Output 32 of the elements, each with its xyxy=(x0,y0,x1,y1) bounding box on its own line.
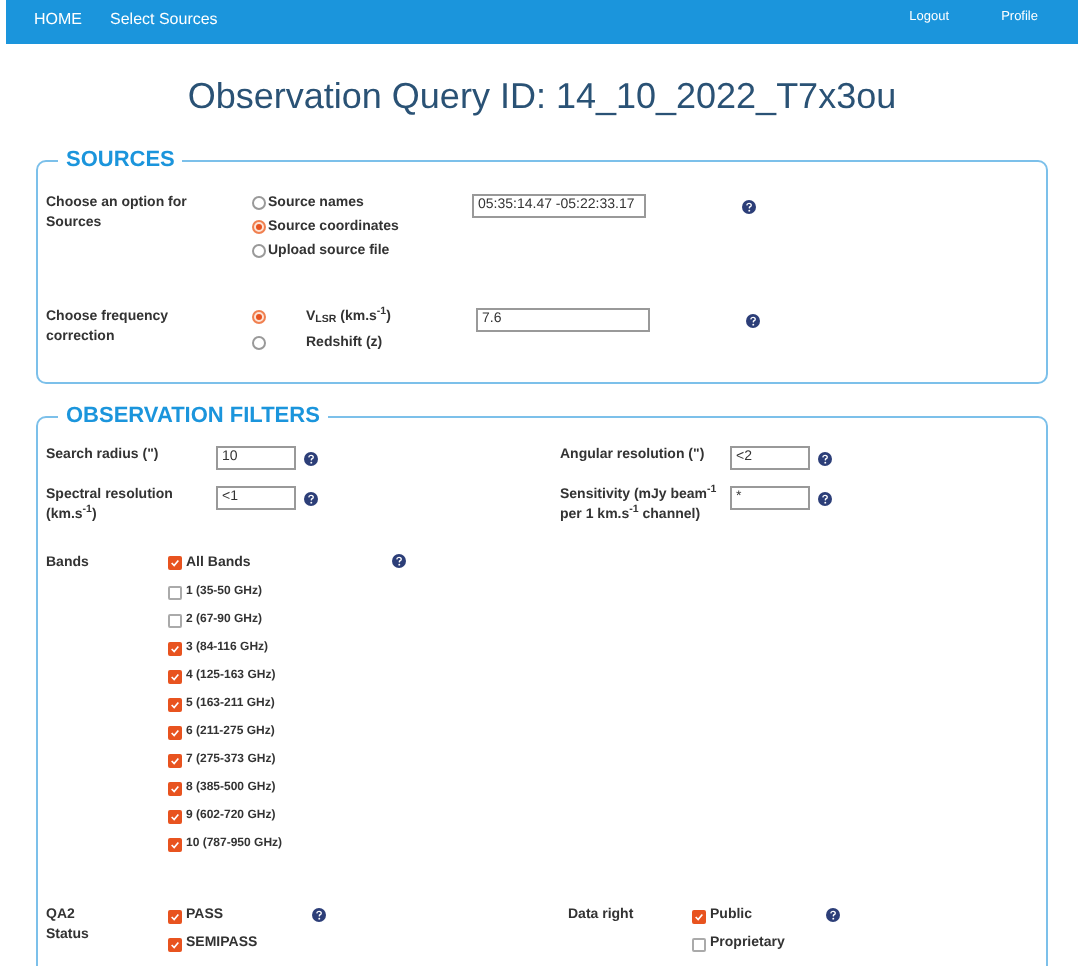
checkbox[interactable] xyxy=(168,726,182,740)
checkbox[interactable] xyxy=(168,754,182,768)
help-icon[interactable] xyxy=(312,908,326,922)
radio-button[interactable] xyxy=(252,196,266,210)
help-icon[interactable] xyxy=(746,313,760,327)
radio-button[interactable] xyxy=(252,336,266,350)
section-title: OBSERVATION FILTERS xyxy=(64,402,322,432)
checkbox[interactable] xyxy=(168,810,182,824)
help-icon[interactable] xyxy=(818,491,832,505)
radio-button[interactable] xyxy=(252,244,266,258)
radio-button[interactable] xyxy=(252,310,266,324)
page-title: Observation Query ID: 14_10_2022_T7x3ou xyxy=(185,74,899,120)
help-icon[interactable] xyxy=(392,553,406,567)
checkbox[interactable] xyxy=(168,782,182,796)
help-icon[interactable] xyxy=(304,451,318,465)
checkbox[interactable] xyxy=(168,586,182,600)
help-icon[interactable] xyxy=(826,908,840,922)
section-title: SOURCES xyxy=(64,146,177,176)
checkbox[interactable] xyxy=(168,838,182,852)
help-icon[interactable] xyxy=(818,451,832,465)
checkbox[interactable] xyxy=(168,642,182,656)
checkbox[interactable] xyxy=(168,614,182,628)
checkbox[interactable] xyxy=(168,698,182,712)
checkbox[interactable] xyxy=(692,909,706,923)
checkbox[interactable] xyxy=(168,937,182,951)
help-icon[interactable] xyxy=(742,199,756,213)
checkbox[interactable] xyxy=(168,556,182,571)
checkbox[interactable] xyxy=(692,937,706,951)
checkbox[interactable] xyxy=(168,670,182,684)
radio-button[interactable] xyxy=(252,220,266,234)
help-icon[interactable] xyxy=(304,491,318,505)
checkbox[interactable] xyxy=(168,909,182,923)
